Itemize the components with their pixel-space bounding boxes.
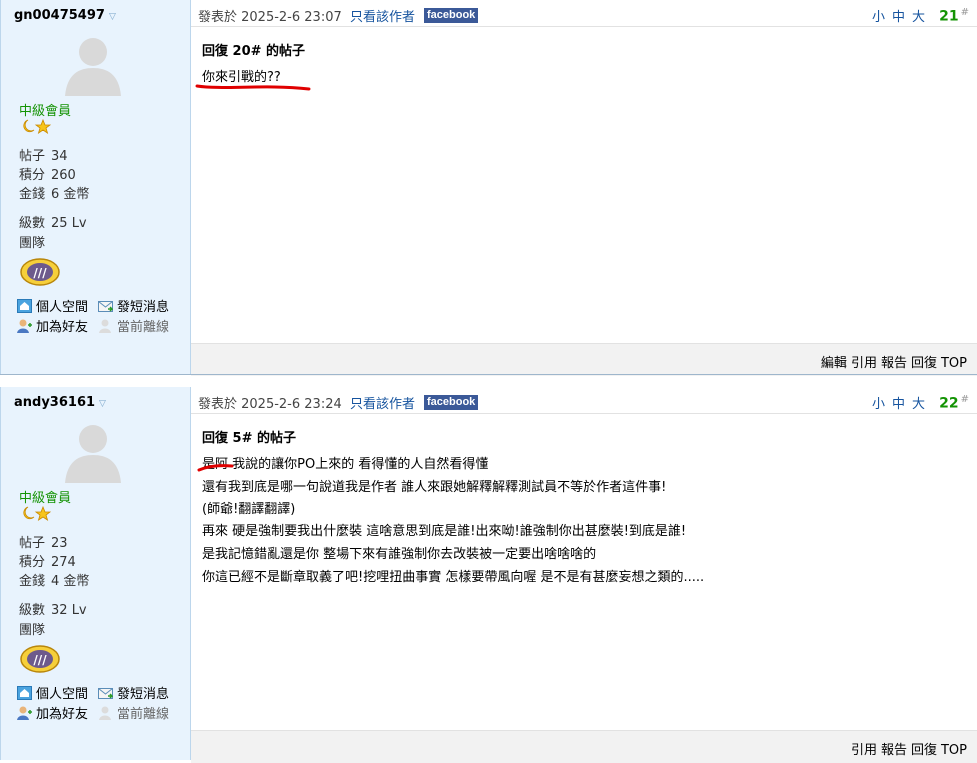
send-message-link[interactable]: 發短消息	[98, 296, 169, 315]
stat-money: 金錢 6 金幣	[19, 187, 90, 202]
author-sidebar: andy36161 ▽ 中級會員 帖子 23 積分 274 金錢 4 金幣 級數 32 L…	[0, 387, 191, 760]
add-friend-icon	[17, 706, 32, 720]
post-date: 發表於 2025-2-6 23:07	[198, 10, 342, 25]
online-status-label: 當前離線	[117, 707, 170, 722]
team-medal-icon[interactable]: ///	[19, 257, 61, 287]
online-status-label: 當前離線	[117, 320, 170, 335]
post-body-line: 再來 硬是強制要我出什麼裝 這啥意思到底是誰!出來呦!誰強制你出甚麼裝!到底是誰…	[202, 524, 687, 539]
member-rank: 中級會員	[19, 104, 72, 119]
add-friend-link[interactable]: 加為好友	[17, 316, 88, 335]
post-22: andy36161 ▽ 中級會員 帖子 23 積分 274 金錢 4 金幣 級數 32 L…	[0, 387, 977, 763]
post-body-line: 是阿 我說的讓你PO上來的 看得懂的人自然看得懂	[202, 457, 489, 472]
svg-text:///: ///	[33, 653, 47, 667]
report-link[interactable]: 報告	[881, 743, 907, 758]
red-underline-annotation	[195, 84, 311, 91]
quote-link[interactable]: 引用	[851, 743, 877, 758]
view-author-only-link[interactable]: 只看該作者	[350, 6, 415, 25]
reply-link[interactable]: 回復	[911, 356, 937, 371]
home-icon	[17, 298, 32, 313]
facebook-share-button[interactable]: facebook	[424, 8, 479, 23]
home-icon	[17, 685, 32, 700]
personal-space-link[interactable]: 個人空間	[17, 296, 88, 315]
top-link[interactable]: TOP	[941, 356, 967, 371]
post-content-area: 發表於 2025-2-6 23:24 只看該作者 facebook 小中大 22…	[191, 387, 977, 763]
chevron-down-icon[interactable]: ▽	[99, 399, 106, 409]
offline-user-icon	[99, 706, 111, 720]
post-actions: 編輯 引用 報告 回復 TOP	[817, 352, 967, 371]
stat-level: 級數 25 Lv	[19, 216, 87, 231]
post-body-line: 還有我到底是哪一句說道我是作者 誰人來跟她解釋解釋測試員不等於作者這件事!	[202, 480, 667, 495]
username-text[interactable]: gn00475497	[14, 8, 105, 23]
author-sidebar: gn00475497 ▽ 中級會員 帖子 34 積分 260 金錢 6 金幣 級數 25 …	[0, 0, 191, 374]
stat-level: 級數 32 Lv	[19, 603, 87, 618]
post-divider	[0, 374, 977, 375]
reply-title: 回復 20# 的帖子	[202, 44, 306, 59]
view-author-only-link[interactable]: 只看該作者	[350, 393, 415, 412]
personal-space-label[interactable]: 個人空間	[36, 296, 88, 315]
edit-link[interactable]: 編輯	[821, 356, 847, 371]
author-username[interactable]: andy36161 ▽	[14, 395, 106, 410]
post-footer: 編輯 引用 報告 回復 TOP	[191, 343, 977, 376]
member-rank: 中級會員	[19, 491, 72, 506]
online-status: 當前離線	[98, 703, 169, 722]
avatar-placeholder-icon[interactable]	[61, 419, 125, 483]
add-friend-label[interactable]: 加為好友	[36, 316, 88, 335]
top-link[interactable]: TOP	[941, 743, 967, 758]
chevron-down-icon[interactable]: ▽	[109, 12, 116, 22]
facebook-share-button[interactable]: facebook	[424, 395, 479, 410]
moon-star-icon	[23, 505, 51, 521]
team-label: 團隊	[19, 236, 46, 251]
post-date: 發表於 2025-2-6 23:24	[198, 397, 342, 412]
envelope-icon	[98, 300, 113, 312]
send-message-link[interactable]: 發短消息	[98, 683, 169, 702]
post-footer: 引用 報告 回復 TOP	[191, 730, 977, 763]
add-friend-icon	[17, 319, 32, 333]
floor-number[interactable]: 22 #	[939, 394, 969, 412]
post-actions: 引用 報告 回復 TOP	[847, 739, 967, 758]
team-medal-icon[interactable]: ///	[19, 644, 61, 674]
quote-link[interactable]: 引用	[851, 356, 877, 371]
post-header: 發表於 2025-2-6 23:07 只看該作者 facebook 小中大 21…	[191, 0, 977, 27]
post-content-area: 發表於 2025-2-6 23:07 只看該作者 facebook 小中大 21…	[191, 0, 977, 376]
send-message-label[interactable]: 發短消息	[117, 683, 169, 702]
stat-points: 積分 260	[19, 168, 76, 183]
post-body-line: 你這已經不是斷章取義了吧!挖哩扭曲事實 怎樣要帶風向喔 是不是有甚麼妄想之類的.…	[202, 570, 705, 585]
stat-money: 金錢 4 金幣	[19, 574, 90, 589]
svg-text:///: ///	[33, 266, 47, 280]
post-body-line: (師爺!翻譯翻譯)	[202, 502, 296, 517]
author-username[interactable]: gn00475497 ▽	[14, 8, 116, 23]
add-friend-label[interactable]: 加為好友	[36, 703, 88, 722]
send-message-label[interactable]: 發短消息	[117, 296, 169, 315]
reply-link[interactable]: 回復	[911, 743, 937, 758]
post-21: gn00475497 ▽ 中級會員 帖子 34 積分 260 金錢 6 金幣 級數 25 …	[0, 0, 977, 376]
post-body-line: 是我記憶錯亂還是你 整場下來有誰強制你去改裝被一定要出啥啥啥的	[202, 547, 597, 562]
team-label: 團隊	[19, 623, 46, 638]
report-link[interactable]: 報告	[881, 356, 907, 371]
font-size-switch[interactable]: 小中大	[872, 6, 932, 25]
personal-space-label[interactable]: 個人空間	[36, 683, 88, 702]
reply-title: 回復 5# 的帖子	[202, 431, 296, 446]
stat-posts: 帖子 23	[19, 536, 68, 551]
online-status: 當前離線	[98, 316, 169, 335]
envelope-icon	[98, 687, 113, 699]
red-underline-annotation	[197, 464, 234, 472]
stat-points: 積分 274	[19, 555, 76, 570]
stat-posts: 帖子 34	[19, 149, 68, 164]
floor-number[interactable]: 21 #	[939, 7, 969, 25]
add-friend-link[interactable]: 加為好友	[17, 703, 88, 722]
moon-star-icon	[23, 118, 51, 134]
avatar-placeholder-icon[interactable]	[61, 32, 125, 96]
post-header: 發表於 2025-2-6 23:24 只看該作者 facebook 小中大 22…	[191, 387, 977, 414]
personal-space-link[interactable]: 個人空間	[17, 683, 88, 702]
font-size-switch[interactable]: 小中大	[872, 393, 932, 412]
offline-user-icon	[99, 319, 111, 333]
username-text[interactable]: andy36161	[14, 395, 95, 410]
